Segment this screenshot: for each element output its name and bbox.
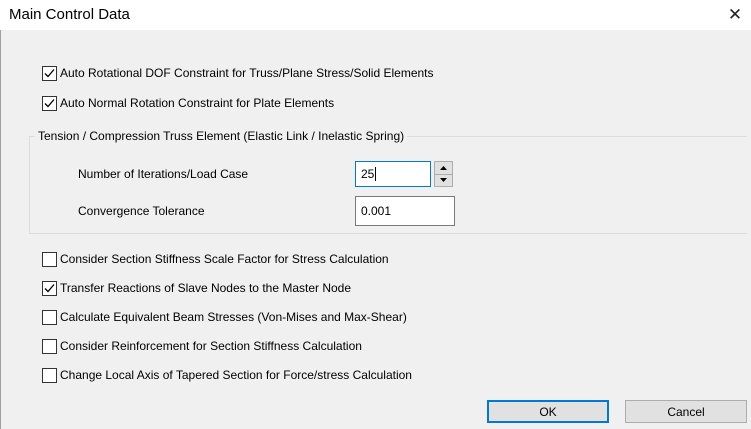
dialog-title: Main Control Data (9, 6, 130, 23)
arrow-down-icon (440, 178, 447, 183)
window-left-border (0, 30, 1, 429)
spin-up-button[interactable] (434, 161, 453, 175)
close-button[interactable]: ✕ (719, 0, 751, 30)
arrow-up-icon (440, 165, 447, 170)
tapered-local-axis-checkbox[interactable] (42, 367, 57, 383)
iterations-value: 25 (361, 167, 375, 181)
section-stiffness-scale-option[interactable]: Consider Section Stiffness Scale Factor … (42, 250, 389, 268)
auto-normal-rotation-checkbox[interactable] (42, 95, 57, 111)
tolerance-value: 0.001 (361, 204, 392, 218)
spin-down-button[interactable] (434, 174, 453, 187)
tapered-local-axis-label: Change Local Axis of Tapered Section for… (60, 368, 412, 382)
checkmark-icon (44, 283, 55, 292)
title-bar[interactable]: Main Control Data ✕ (0, 0, 751, 30)
auto-normal-rotation-option[interactable]: Auto Normal Rotation Constraint for Plat… (42, 94, 334, 112)
section-stiffness-scale-label: Consider Section Stiffness Scale Factor … (60, 252, 389, 266)
reinforcement-stiffness-label: Consider Reinforcement for Section Stiff… (60, 339, 362, 353)
tapered-local-axis-option[interactable]: Change Local Axis of Tapered Section for… (42, 366, 412, 384)
iterations-spinner[interactable] (434, 161, 453, 187)
equivalent-beam-stresses-option[interactable]: Calculate Equivalent Beam Stresses (Von-… (42, 308, 407, 326)
cancel-button[interactable]: Cancel (625, 400, 747, 423)
reinforcement-stiffness-option[interactable]: Consider Reinforcement for Section Stiff… (42, 337, 362, 355)
ok-button[interactable]: OK (487, 400, 609, 423)
equivalent-beam-stresses-checkbox[interactable] (42, 309, 57, 325)
checkmark-icon (44, 98, 55, 107)
tolerance-label: Convergence Tolerance (78, 204, 205, 218)
auto-rotational-dof-option[interactable]: Auto Rotational DOF Constraint for Truss… (42, 64, 434, 82)
truss-group-title: Tension / Compression Truss Element (Ela… (35, 129, 408, 143)
text-caret (375, 167, 377, 181)
iterations-input[interactable]: 25 (355, 161, 431, 187)
main-control-data-dialog: Main Control Data ✕ Auto Rotational DOF … (0, 0, 751, 429)
auto-rotational-dof-label: Auto Rotational DOF Constraint for Truss… (60, 66, 434, 80)
iterations-label: Number of Iterations/Load Case (78, 167, 249, 181)
tolerance-input[interactable]: 0.001 (355, 196, 455, 226)
close-icon: ✕ (727, 5, 743, 24)
transfer-reactions-option[interactable]: Transfer Reactions of Slave Nodes to the… (42, 279, 351, 297)
transfer-reactions-label: Transfer Reactions of Slave Nodes to the… (60, 281, 352, 295)
checkmark-icon (44, 68, 55, 77)
section-stiffness-scale-checkbox[interactable] (42, 251, 57, 267)
reinforcement-stiffness-checkbox[interactable] (42, 338, 57, 354)
auto-normal-rotation-label: Auto Normal Rotation Constraint for Plat… (60, 96, 335, 110)
auto-rotational-dof-checkbox[interactable] (42, 65, 57, 81)
transfer-reactions-checkbox[interactable] (42, 280, 57, 296)
equivalent-beam-stresses-label: Calculate Equivalent Beam Stresses (Von-… (60, 310, 407, 324)
